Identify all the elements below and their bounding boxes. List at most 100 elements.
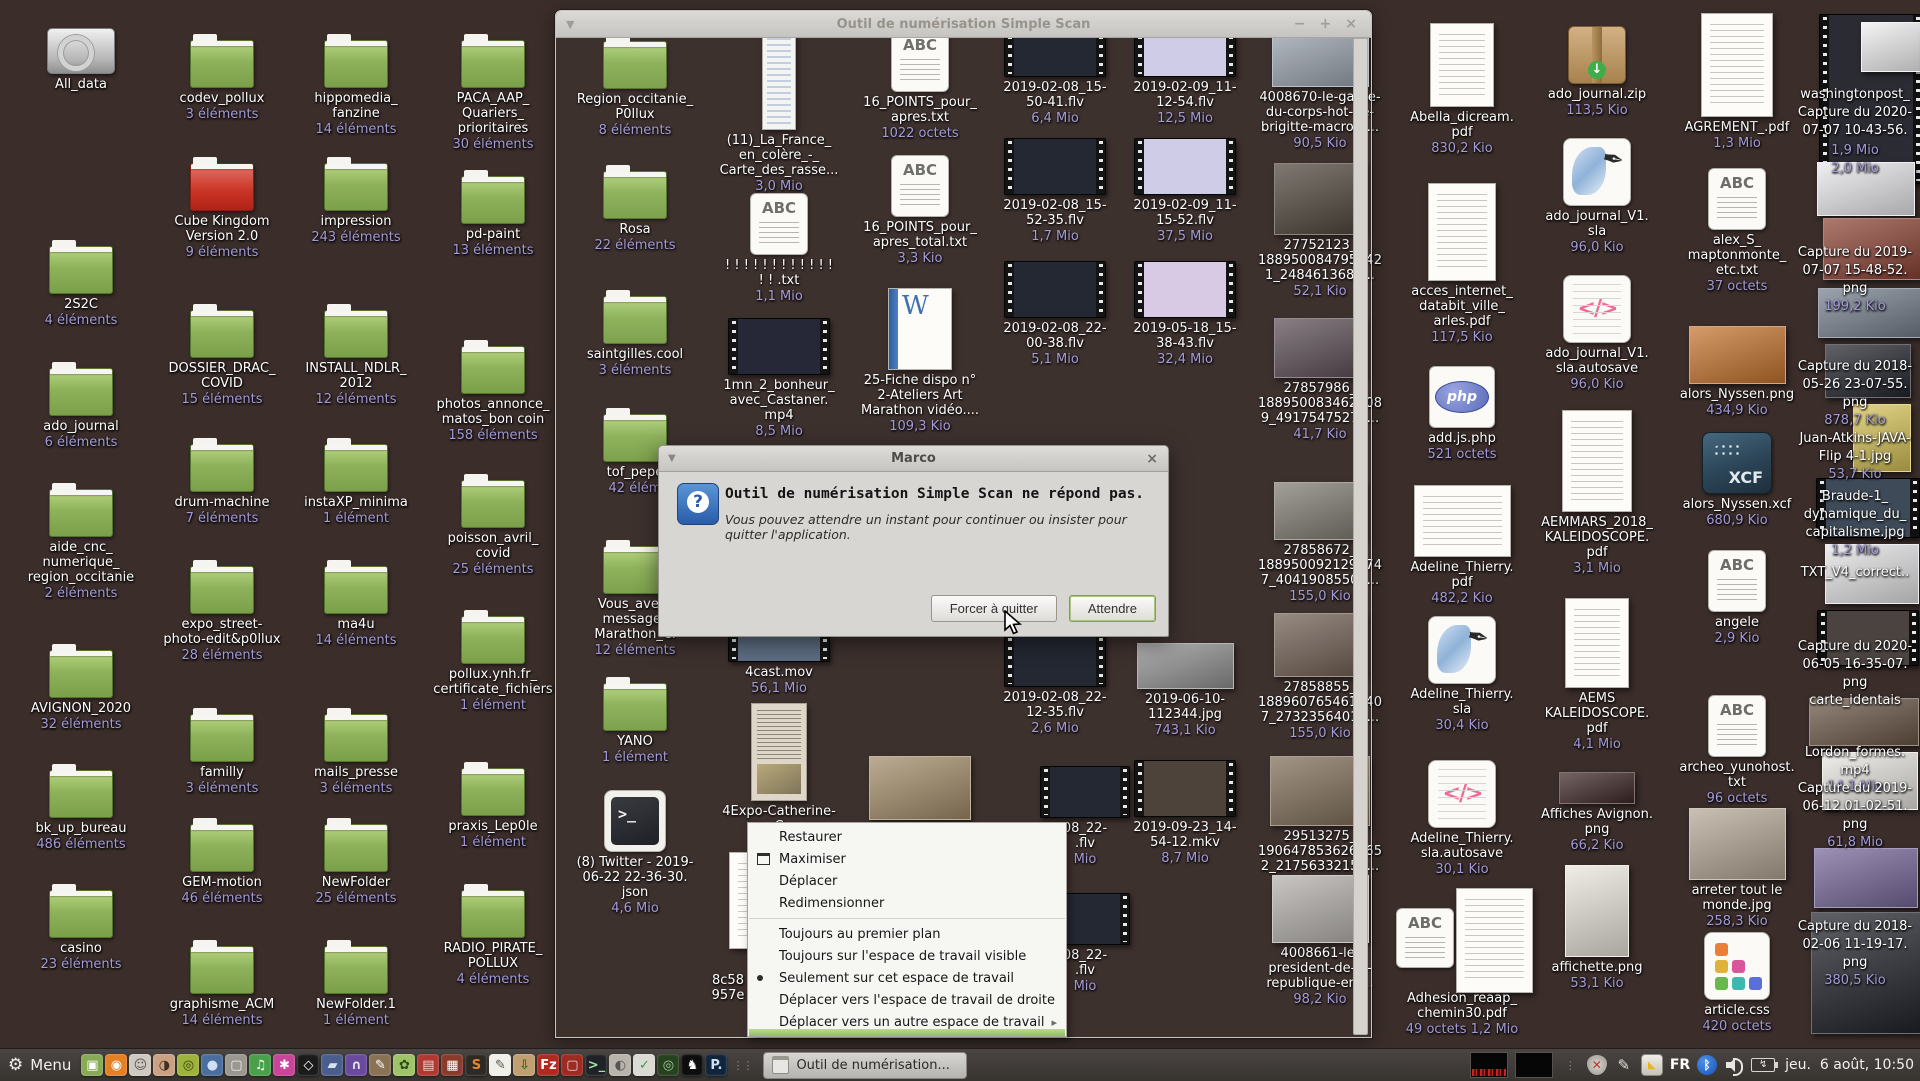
launcher-icon[interactable]: >_ bbox=[585, 1054, 607, 1076]
simple-scan-titlebar[interactable]: ▼ Outil de numérisation Simple Scan − + … bbox=[556, 11, 1371, 38]
desktop-item[interactable]: RADIO_PIRATE_ POLLUX 4 éléments bbox=[427, 882, 559, 987]
desktop-item[interactable]: bk_up_bureau 486 éléments bbox=[15, 762, 147, 852]
desktop-item[interactable]: 2019-02-08_22- 12-35.flv 2,6 Mio bbox=[989, 635, 1121, 736]
desktop-item[interactable]: Rosa 22 éléments bbox=[569, 163, 701, 253]
system-monitor-net[interactable] bbox=[1515, 1052, 1553, 1078]
desktop-item[interactable]: ado_journal.zip 113,5 Kio bbox=[1531, 26, 1663, 118]
desktop-item[interactable]: familly 3 éléments bbox=[156, 706, 288, 796]
desktop-item[interactable]: graphisme_ACM 14 éléments bbox=[156, 938, 288, 1028]
desktop-item[interactable]: 878,7 Kio bbox=[1789, 410, 1920, 428]
desktop-item[interactable]: 1,2 Mio bbox=[1789, 540, 1920, 558]
desktop-item[interactable]: hippomedia_ fanzine 14 éléments bbox=[290, 32, 422, 137]
tray-icon[interactable]: ◣ bbox=[1641, 1054, 1663, 1076]
launcher-icon[interactable]: ✱ bbox=[273, 1054, 295, 1076]
desktop-item[interactable]: photos_annonce_ matos_bon coin 158 éléme… bbox=[427, 338, 559, 443]
desktop-item[interactable]: alors_Nyssen.xcf 680,9 Kio bbox=[1671, 432, 1803, 528]
desktop-item[interactable]: 380,5 Kio bbox=[1789, 970, 1920, 988]
desktop-item[interactable]: ma4u 14 éléments bbox=[290, 558, 422, 648]
desktop-item[interactable]: 1,9 Mio bbox=[1789, 140, 1920, 158]
desktop-item[interactable]: DOSSIER_DRAC_ COVID 15 éléments bbox=[156, 302, 288, 407]
system-monitor-cpu[interactable] bbox=[1470, 1052, 1508, 1078]
desktop-item[interactable]: 4cast.mov 56,1 Mio bbox=[713, 636, 845, 696]
panel-handle-icon[interactable]: ⋮⋮ bbox=[732, 1059, 752, 1072]
desktop-item[interactable]: Flip 4-1.jpg bbox=[1789, 446, 1920, 465]
desktop-item[interactable]: NewFolder.1 1 élément bbox=[290, 938, 422, 1028]
desktop-item[interactable]: carte_identais bbox=[1789, 690, 1920, 709]
launcher-icon[interactable]: ◇ bbox=[297, 1054, 319, 1076]
volume-icon[interactable] bbox=[1724, 1055, 1744, 1075]
launcher-icon[interactable]: ▢ bbox=[225, 1054, 247, 1076]
launcher-icon[interactable]: ⇩ bbox=[513, 1054, 535, 1076]
launcher-icon[interactable]: ◎ bbox=[177, 1054, 199, 1076]
desktop-item[interactable]: washingtonpost_ bbox=[1789, 84, 1920, 103]
desktop-item[interactable]: GEM-motion 46 éléments bbox=[156, 816, 288, 906]
desktop-item[interactable]: casino 23 éléments bbox=[15, 882, 147, 972]
desktop-item[interactable]: Adeline_Thierry. sla.autosave 30,1 Kio bbox=[1396, 760, 1528, 877]
desktop-item[interactable]: 2019-09-23_14- 54-12.mkv 8,7 Mio bbox=[1119, 760, 1251, 866]
tray-icon[interactable]: ✎ bbox=[1614, 1055, 1634, 1075]
desktop-item[interactable]: png bbox=[1789, 392, 1920, 411]
launcher-icon[interactable]: ▦ bbox=[441, 1054, 463, 1076]
desktop-item[interactable]: 06-05 16-35-07. bbox=[1789, 654, 1920, 673]
desktop-item[interactable]: (11)_La_France_ en_colère_-_ Carte_des_r… bbox=[713, 33, 845, 194]
desktop-item[interactable]: 16_POINTS_pour_ apres.txt 1022 octets bbox=[854, 30, 986, 141]
desktop-item[interactable]: affichette.png 53,1 Kio bbox=[1531, 865, 1663, 991]
desktop-item[interactable]: TXT_V4_correct.. bbox=[1789, 562, 1920, 581]
launcher-icon[interactable]: ☺ bbox=[129, 1054, 151, 1076]
desktop-item[interactable]: AGREMENT_.pdf 1,3 Mio bbox=[1671, 13, 1803, 151]
desktop-item[interactable]: saintgilles.cool 3 éléments bbox=[569, 288, 701, 378]
launcher-icon[interactable]: Fz bbox=[537, 1054, 559, 1076]
desktop-item[interactable]: png bbox=[1789, 672, 1920, 691]
desktop-item[interactable]: ado_journal_V1. sla 96,0 Kio bbox=[1531, 138, 1663, 255]
desktop-item[interactable]: 61,8 Mio bbox=[1789, 832, 1920, 850]
launcher-icon[interactable]: P. bbox=[705, 1054, 727, 1076]
desktop-item[interactable]: YANO 1 élément bbox=[569, 675, 701, 765]
desktop-item[interactable]: 07-07 10-43-56. bbox=[1789, 120, 1920, 139]
desktop-item[interactable]: INSTALL_NDLR_ 2012 12 éléments bbox=[290, 302, 422, 407]
launcher-icon[interactable]: ▢ bbox=[561, 1054, 583, 1076]
launcher-icon[interactable]: ✿ bbox=[393, 1054, 415, 1076]
desktop-item[interactable]: mails_presse 3 éléments bbox=[290, 706, 422, 796]
window-shade-icon[interactable]: ▼ bbox=[566, 18, 574, 31]
desktop-item[interactable]: add.js.php 521 octets bbox=[1396, 366, 1528, 462]
desktop-item[interactable]: 199,2 Kio bbox=[1789, 296, 1920, 314]
desktop-item[interactable]: 2S2C 4 éléments bbox=[15, 238, 147, 328]
desktop-item[interactable]: pollux.ynh.fr_ certificate_fichiers 1 él… bbox=[427, 608, 559, 713]
desktop-item[interactable]: Capture du 2019- bbox=[1789, 778, 1920, 797]
maximize-icon[interactable]: + bbox=[1320, 16, 1332, 32]
desktop-item[interactable]: 07-07 15-48-52. bbox=[1789, 260, 1920, 279]
launcher-icon[interactable]: ◎ bbox=[657, 1054, 679, 1076]
desktop-item[interactable] bbox=[854, 756, 986, 823]
desktop-item[interactable]: 1mn_2_bonheur_ avec_Castaner. mp4 8,5 Mi… bbox=[713, 318, 845, 439]
desktop-item[interactable]: 4Expo-Catherine- C bbox=[713, 703, 845, 835]
desktop-item[interactable]: 53,7 Kio bbox=[1789, 464, 1920, 482]
desktop-item[interactable]: Capture du 2020- bbox=[1789, 636, 1920, 655]
desktop-item[interactable]: 2019-02-09_11- 12-54.flv 12,5 Mio bbox=[1119, 33, 1251, 126]
launcher-icon[interactable]: ▤ bbox=[417, 1054, 439, 1076]
launcher-icon[interactable]: ◉ bbox=[105, 1054, 127, 1076]
clock[interactable]: jeu. 6 août, 10:50 bbox=[1785, 1057, 1914, 1073]
menu-item[interactable]: Redimensionner bbox=[748, 892, 1066, 914]
menu-item[interactable]: Déplacer vers l'espace de travail de dro… bbox=[748, 989, 1066, 1011]
launcher-icon[interactable]: S bbox=[465, 1054, 487, 1076]
desktop-item[interactable]: Capture du 2018- bbox=[1789, 916, 1920, 935]
panel-handle-icon[interactable]: ⋮ bbox=[1565, 1059, 1575, 1072]
desktop-item[interactable]: 2019-02-09_11- 15-52.flv 37,5 Mio bbox=[1119, 138, 1251, 244]
desktop-item[interactable]: 2,0 Mio bbox=[1789, 158, 1920, 176]
desktop-item[interactable]: Capture du 2018- bbox=[1789, 356, 1920, 375]
desktop-item[interactable]: Adhesion_reaap_ chemin30.pdf 49 octets 1… bbox=[1396, 988, 1528, 1037]
task-button-simple-scan[interactable]: Outil de numérisation... bbox=[763, 1052, 967, 1079]
desktop-item[interactable]: ado_journal 6 éléments bbox=[15, 360, 147, 450]
desktop-item[interactable]: ado_journal_V1. sla.autosave 96,0 Kio bbox=[1531, 275, 1663, 392]
desktop-item[interactable]: pd-paint 13 éléments bbox=[427, 168, 559, 258]
desktop-item[interactable]: praxis_Lep0le 1 élément bbox=[427, 760, 559, 850]
desktop-item[interactable]: instaXP_minima 1 élément bbox=[290, 436, 422, 526]
menu-button[interactable]: ⚙ Menu bbox=[0, 1049, 81, 1081]
desktop-item[interactable]: Affiches Avignon. png 66,2 Kio bbox=[1531, 772, 1663, 853]
launcher-icon[interactable]: ✎ bbox=[489, 1054, 511, 1076]
menu-item[interactable]: Restaurer bbox=[748, 826, 1066, 848]
desktop-item[interactable]: AEMMARS_2018_ KALEIDOSCOPE. pdf 3,1 Mio bbox=[1531, 410, 1663, 576]
desktop-item[interactable]: archeo_yunohost. txt 96 octets bbox=[1671, 695, 1803, 806]
launcher-icon[interactable]: ▣ bbox=[81, 1054, 103, 1076]
desktop-item[interactable]: article.css 420 octets bbox=[1671, 932, 1803, 1034]
